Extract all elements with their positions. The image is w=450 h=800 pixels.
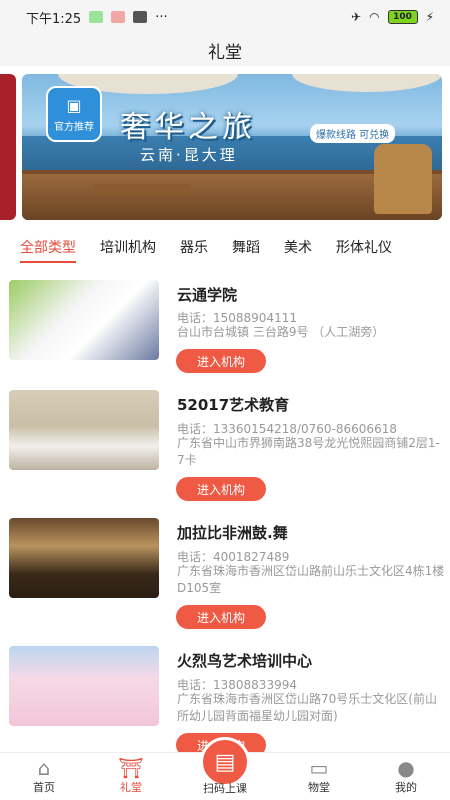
banner-title: 奢华之旅 [120, 110, 256, 145]
institution-address: 台山市台城镇 三台路9号 （人工湖旁） [177, 325, 385, 339]
nav-home[interactable]: ⌂ 首页 [12, 756, 76, 800]
enter-institution-button[interactable]: 进入机构 [176, 477, 266, 501]
banner-tag: 爆款线路 可兑换 [310, 124, 396, 143]
hall-building-icon: ⛩ [118, 756, 144, 780]
institution-image[interactable] [9, 646, 159, 726]
enter-institution-button[interactable]: 进入机构 [176, 349, 266, 373]
banner-carousel[interactable]: ▣ 官方推荐 奢华之旅 爆款线路 可兑换 云南·昆大理 [0, 74, 450, 220]
enter-institution-button[interactable]: 进入机构 [176, 605, 266, 629]
banner-previous-slide[interactable] [0, 74, 16, 220]
wechat-icon [89, 11, 104, 23]
page-title: 礼堂 [208, 42, 242, 63]
nav-hall-label: 礼堂 [120, 781, 142, 794]
app-notification-icon [111, 11, 126, 23]
nav-mine[interactable]: ● 我的 [374, 756, 438, 800]
tab-all-types[interactable]: 全部类型 [20, 233, 76, 263]
calendar-icon: ▤ [214, 749, 236, 775]
nav-hall[interactable]: ⛩ 礼堂 [99, 756, 163, 800]
institution-address: 广东省珠海市香洲区岱山路70号乐士文化区(前山所幼儿园背面福星幼儿园对面) [177, 692, 437, 723]
official-recommend-badge: ▣ 官方推荐 [46, 86, 102, 142]
tab-dance[interactable]: 舞蹈 [232, 233, 260, 261]
airplane-icon: ✈ [351, 10, 362, 24]
scan-class-label: 扫码上课 [203, 782, 247, 795]
banner-table [94, 184, 190, 194]
institution-image[interactable] [9, 518, 159, 598]
institution-image[interactable] [9, 390, 159, 470]
home-icon: ⌂ [37, 756, 51, 780]
nav-mine-label: 我的 [395, 781, 417, 794]
shopping-bag-icon: ▣ [66, 95, 82, 115]
charging-icon: ⚡ [425, 10, 434, 24]
wifi-icon: ◠ [369, 10, 380, 24]
tab-art[interactable]: 美术 [284, 233, 312, 261]
tab-instruments[interactable]: 器乐 [180, 233, 208, 261]
list-item[interactable]: 加拉比非洲鼓.舞 电话：4001827489 广东省珠海市香洲区岱山路前山乐士文… [0, 518, 450, 654]
user-icon: ● [397, 756, 415, 780]
tab-training-institutions[interactable]: 培训机构 [100, 233, 156, 261]
tab-etiquette[interactable]: 形体礼仪 [336, 233, 392, 261]
nav-home-label: 首页 [33, 781, 55, 794]
page-header: 礼堂 [0, 34, 450, 66]
category-tabs: 全部类型 培训机构 器乐 舞蹈 美术 形体礼仪 [0, 232, 450, 263]
institution-name: 火烈鸟艺术培训中心 [177, 652, 313, 670]
badge-label: 官方推荐 [54, 121, 94, 133]
tiktok-icon [133, 11, 148, 23]
institution-address: 广东省珠海市香洲区岱山路前山乐士文化区4栋1楼D105室 [177, 564, 445, 595]
list-item[interactable]: 云通学院 电话：15088904111 台山市台城镇 三台路9号 （人工湖旁） … [0, 270, 450, 398]
nav-mall[interactable]: ▭ 物堂 [287, 756, 351, 800]
banner-umbrella [292, 74, 442, 92]
institution-address: 广东省中山市界狮南路38号龙光悦熙园商铺2层1-7卡 [177, 436, 440, 467]
institution-name: 加拉比非洲鼓.舞 [177, 524, 288, 542]
institution-name: 52017艺术教育 [177, 396, 290, 414]
nav-mall-label: 物堂 [308, 781, 330, 794]
banner-subtitle: 云南·昆大理 [140, 146, 238, 164]
list-item[interactable]: 52017艺术教育 电话：13360154218/0760-86606618 广… [0, 390, 450, 526]
institution-name: 云通学院 [177, 286, 238, 304]
status-time: 下午1:25 [26, 11, 82, 27]
more-notifications-icon: ··· [155, 9, 168, 25]
banner-chair [374, 144, 432, 214]
status-bar: 下午1:25 ··· ✈ ◠ 100 ⚡ [0, 0, 450, 34]
battery-icon: 100 [387, 10, 418, 24]
banner-slide[interactable]: ▣ 官方推荐 奢华之旅 爆款线路 可兑换 云南·昆大理 [22, 74, 442, 220]
institution-image[interactable] [9, 280, 159, 360]
tv-icon: ▭ [309, 756, 329, 780]
institution-list: 云通学院 电话：15088904111 台山市台城镇 三台路9号 （人工湖旁） … [0, 270, 450, 782]
